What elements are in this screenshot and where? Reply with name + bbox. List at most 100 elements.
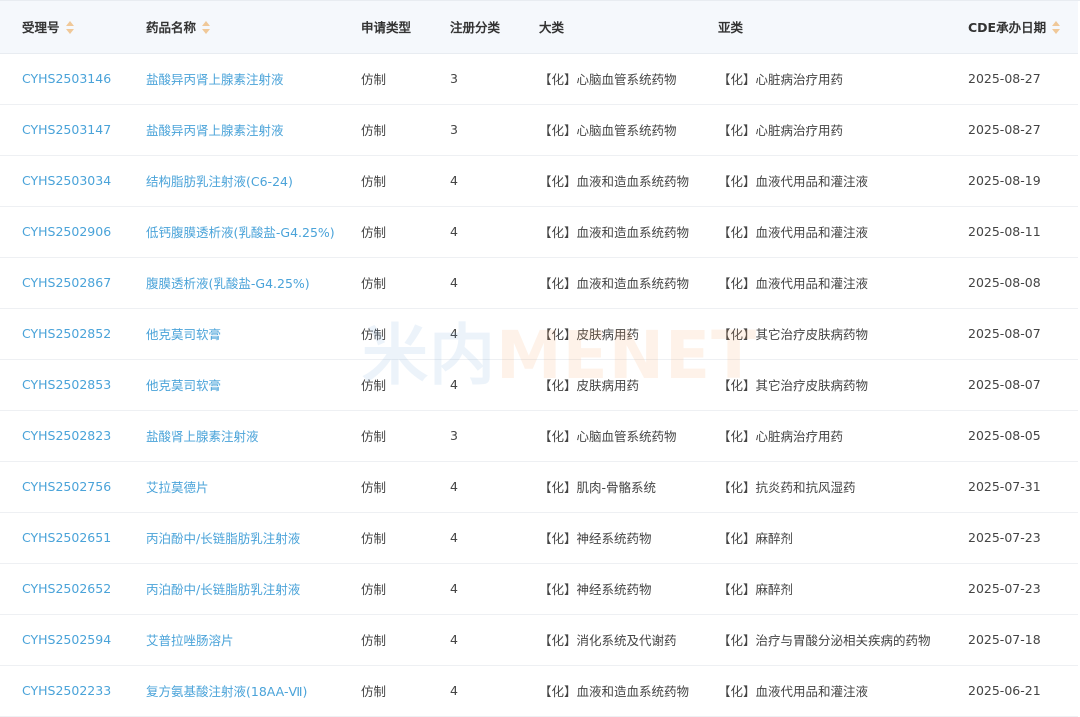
header-accept-no-label: 受理号 <box>22 20 60 36</box>
table-row: CYHS2502823 盐酸肾上腺素注射液 仿制 3 【化】心脑血管系统药物 【化】心脏病… <box>0 410 1078 461</box>
cell-subcategory: 【化】其它治疗皮肤病药物 <box>718 378 869 393</box>
cell-drug-name[interactable]: 丙泊酚中/长链脂肪乳注射液 <box>124 512 339 563</box>
cell-subcategory: 【化】心脏病治疗用药 <box>718 123 844 138</box>
cell-apply-type: 仿制 <box>361 72 387 87</box>
cell-category: 【化】皮肤病用药 <box>539 327 640 342</box>
header-reg-class-label: 注册分类 <box>450 20 501 36</box>
cell-drug-name[interactable]: 丙泊酚中/长链脂肪乳注射液 <box>124 563 339 614</box>
cell-subcategory: 【化】麻醉剂 <box>718 531 794 546</box>
cell-category: 【化】消化系统及代谢药 <box>539 633 677 648</box>
table-row: CYHS2502651 丙泊酚中/长链脂肪乳注射液 仿制 4 【化】神经系统药物 【化】麻… <box>0 512 1078 563</box>
cell-reg-class: 4 <box>450 632 458 647</box>
cell-accept-no[interactable]: CYHS2502756 <box>0 461 124 512</box>
cell-subcategory: 【化】血液代用品和灌注液 <box>718 684 869 699</box>
cell-cde-date: 2025-08-27 <box>968 122 1041 137</box>
cell-subcategory: 【化】血液代用品和灌注液 <box>718 276 869 291</box>
sort-icon[interactable] <box>202 21 211 35</box>
cell-cde-date: 2025-07-23 <box>968 530 1041 545</box>
header-category: 大类 <box>517 1 696 54</box>
cell-drug-name[interactable]: 艾普拉唑肠溶片 <box>124 614 339 665</box>
header-apply-type-label: 申请类型 <box>361 20 412 36</box>
cell-apply-type: 仿制 <box>361 123 387 138</box>
header-accept-no[interactable]: 受理号 <box>0 1 124 54</box>
cell-apply-type: 仿制 <box>361 633 387 648</box>
cell-subcategory: 【化】抗炎药和抗风湿药 <box>718 480 856 495</box>
cell-subcategory: 【化】心脏病治疗用药 <box>718 429 844 444</box>
cell-reg-class: 3 <box>450 122 458 137</box>
table-row: CYHS2502906 低钙腹膜透析液(乳酸盐-G4.25%) 仿制 4 【化】血液和造… <box>0 206 1078 257</box>
cell-accept-no[interactable]: CYHS2502852 <box>0 308 124 359</box>
cell-apply-type: 仿制 <box>361 480 387 495</box>
table-header: 受理号 药品名称 申请类型 注册分类 大类 亚类 CDE承办日期 <box>0 1 1078 54</box>
cell-reg-class: 4 <box>450 479 458 494</box>
cell-accept-no[interactable]: CYHS2502594 <box>0 614 124 665</box>
cell-drug-name[interactable]: 结构脂肪乳注射液(C6-24) <box>124 155 339 206</box>
cell-drug-name[interactable]: 复方氨基酸注射液(18AA-Ⅶ) <box>124 665 339 716</box>
cell-cde-date: 2025-08-07 <box>968 377 1041 392</box>
cell-drug-name[interactable]: 艾拉莫德片 <box>124 461 339 512</box>
cell-accept-no[interactable]: CYHS2503146 <box>0 53 124 104</box>
cell-apply-type: 仿制 <box>361 582 387 597</box>
cell-apply-type: 仿制 <box>361 276 387 291</box>
cell-accept-no[interactable]: CYHS2502867 <box>0 257 124 308</box>
cell-reg-class: 4 <box>450 326 458 341</box>
table-row: CYHS2503146 盐酸异丙肾上腺素注射液 仿制 3 【化】心脑血管系统药物 【化】心… <box>0 53 1078 104</box>
header-cde-date[interactable]: CDE承办日期 <box>946 1 1078 54</box>
cell-accept-no[interactable]: CYHS2502233 <box>0 665 124 716</box>
cell-cde-date: 2025-06-21 <box>968 683 1041 698</box>
table-row: CYHS2502756 艾拉莫德片 仿制 4 【化】肌肉-骨骼系统 【化】抗炎药和抗风湿药… <box>0 461 1078 512</box>
cell-cde-date: 2025-07-23 <box>968 581 1041 596</box>
cell-accept-no[interactable]: CYHS2503034 <box>0 155 124 206</box>
cell-drug-name[interactable]: 盐酸肾上腺素注射液 <box>124 410 339 461</box>
header-reg-class: 注册分类 <box>428 1 517 54</box>
cell-subcategory: 【化】其它治疗皮肤病药物 <box>718 327 869 342</box>
cell-apply-type: 仿制 <box>361 378 387 393</box>
header-row: 受理号 药品名称 申请类型 注册分类 大类 亚类 CDE承办日期 <box>0 1 1078 54</box>
cell-accept-no[interactable]: CYHS2502906 <box>0 206 124 257</box>
cell-apply-type: 仿制 <box>361 225 387 240</box>
cell-reg-class: 4 <box>450 683 458 698</box>
header-subcategory-label: 亚类 <box>718 20 744 36</box>
cell-category: 【化】心脑血管系统药物 <box>539 123 677 138</box>
cell-category: 【化】血液和造血系统药物 <box>539 225 690 240</box>
table-row: CYHS2502594 艾普拉唑肠溶片 仿制 4 【化】消化系统及代谢药 【化】治疗与胃酸… <box>0 614 1078 665</box>
sort-icon[interactable] <box>1052 21 1061 35</box>
cell-accept-no[interactable]: CYHS2503147 <box>0 104 124 155</box>
table-row: CYHS2503034 结构脂肪乳注射液(C6-24) 仿制 4 【化】血液和造血系统药… <box>0 155 1078 206</box>
cell-reg-class: 3 <box>450 71 458 86</box>
cell-cde-date: 2025-08-05 <box>968 428 1041 443</box>
cell-drug-name[interactable]: 腹膜透析液(乳酸盐-G4.25%) <box>124 257 339 308</box>
cell-subcategory: 【化】心脏病治疗用药 <box>718 72 844 87</box>
table-row: CYHS2502652 丙泊酚中/长链脂肪乳注射液 仿制 4 【化】神经系统药物 【化】麻… <box>0 563 1078 614</box>
cell-reg-class: 3 <box>450 428 458 443</box>
cell-accept-no[interactable]: CYHS2502652 <box>0 563 124 614</box>
cell-category: 【化】血液和造血系统药物 <box>539 174 690 189</box>
cell-accept-no[interactable]: CYHS2502651 <box>0 512 124 563</box>
cell-reg-class: 4 <box>450 224 458 239</box>
cell-accept-no[interactable]: CYHS2502823 <box>0 410 124 461</box>
header-drug-name[interactable]: 药品名称 <box>124 1 339 54</box>
cell-category: 【化】肌肉-骨骼系统 <box>539 480 657 495</box>
cell-reg-class: 4 <box>450 530 458 545</box>
drug-registration-table: 受理号 药品名称 申请类型 注册分类 大类 亚类 CDE承办日期 CYHS250… <box>0 1 1078 717</box>
cell-drug-name[interactable]: 盐酸异丙肾上腺素注射液 <box>124 104 339 155</box>
header-cde-date-label: CDE承办日期 <box>968 20 1047 36</box>
cell-drug-name[interactable]: 低钙腹膜透析液(乳酸盐-G4.25%) <box>124 206 339 257</box>
cell-drug-name[interactable]: 他克莫司软膏 <box>124 308 339 359</box>
header-apply-type: 申请类型 <box>339 1 428 54</box>
cell-cde-date: 2025-08-08 <box>968 275 1041 290</box>
cell-cde-date: 2025-08-27 <box>968 71 1041 86</box>
cell-cde-date: 2025-07-18 <box>968 632 1041 647</box>
header-category-label: 大类 <box>539 20 565 36</box>
cell-apply-type: 仿制 <box>361 531 387 546</box>
table-row: CYHS2502852 他克莫司软膏 仿制 4 【化】皮肤病用药 【化】其它治疗皮肤病药物… <box>0 308 1078 359</box>
sort-icon[interactable] <box>65 21 74 35</box>
drug-registration-table-container: 受理号 药品名称 申请类型 注册分类 大类 亚类 CDE承办日期 CYHS250… <box>0 0 1080 717</box>
cell-apply-type: 仿制 <box>361 174 387 189</box>
cell-cde-date: 2025-08-11 <box>968 224 1041 239</box>
cell-reg-class: 4 <box>450 275 458 290</box>
cell-drug-name[interactable]: 他克莫司软膏 <box>124 359 339 410</box>
cell-accept-no[interactable]: CYHS2502853 <box>0 359 124 410</box>
cell-subcategory: 【化】治疗与胃酸分泌相关疾病的药物 <box>718 633 931 648</box>
cell-drug-name[interactable]: 盐酸异丙肾上腺素注射液 <box>124 53 339 104</box>
